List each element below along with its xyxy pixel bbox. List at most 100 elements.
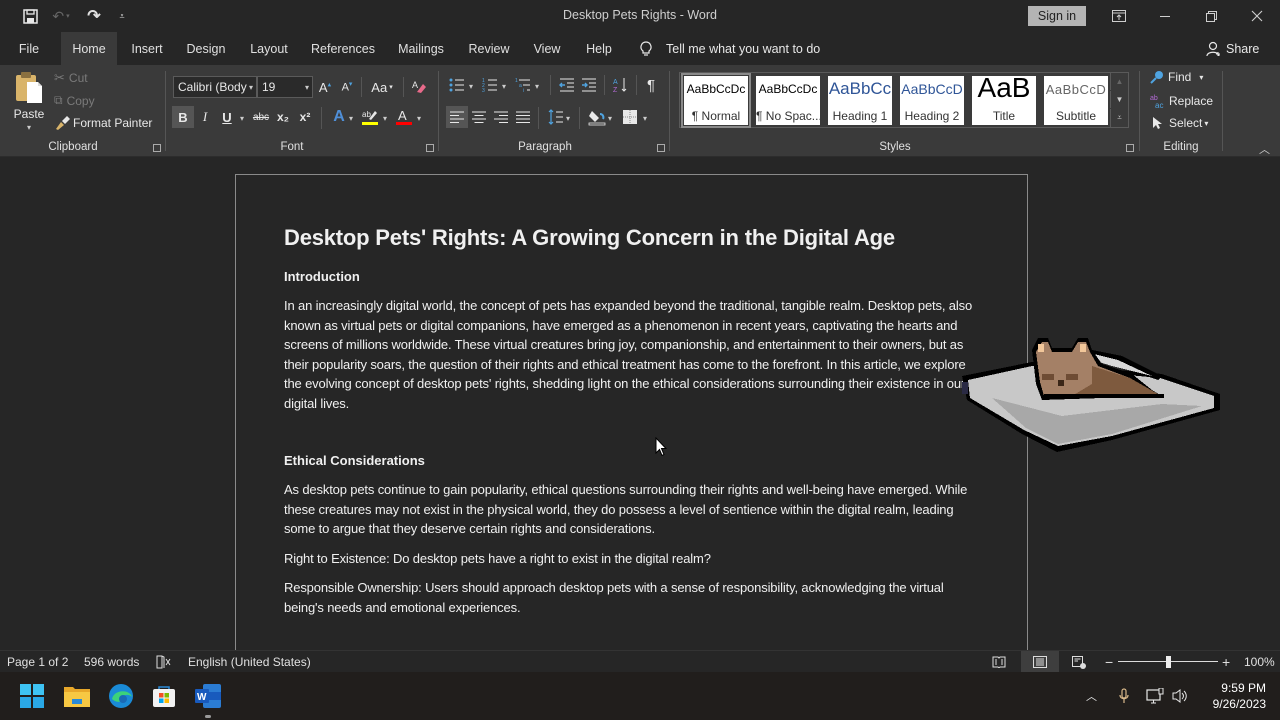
shading-button[interactable]: [586, 106, 608, 128]
format-painter-button[interactable]: Format Painter: [54, 116, 152, 130]
copy-button[interactable]: ⧉ Copy: [54, 93, 95, 108]
tab-references[interactable]: References: [307, 32, 379, 65]
bullets-button[interactable]: [446, 74, 468, 96]
text-effects-button[interactable]: A: [328, 106, 350, 128]
font-name-combo[interactable]: Calibri (Body ▾: [173, 76, 257, 98]
restore-button[interactable]: [1188, 0, 1234, 32]
tab-review[interactable]: Review: [463, 32, 515, 65]
tab-file[interactable]: File: [10, 32, 48, 65]
font-dialog-launcher[interactable]: [426, 144, 434, 152]
align-left-button[interactable]: [446, 106, 468, 128]
underline-button[interactable]: U: [216, 106, 238, 128]
change-case-button[interactable]: Aa ▾: [366, 76, 398, 98]
style-title[interactable]: AaB Title: [972, 72, 1036, 125]
microphone-indicator[interactable]: [1118, 672, 1130, 720]
tab-mailings[interactable]: Mailings: [391, 32, 451, 65]
document-page[interactable]: Desktop Pets' Rights: A Growing Concern …: [235, 174, 1028, 650]
start-button[interactable]: [16, 680, 48, 712]
network-indicator[interactable]: [1146, 672, 1164, 720]
share-button[interactable]: Share: [1206, 32, 1259, 65]
store-button[interactable]: [148, 680, 180, 712]
tab-insert[interactable]: Insert: [124, 32, 170, 65]
minimize-button[interactable]: [1142, 0, 1188, 32]
style-heading-2[interactable]: AaBbCcD Heading 2: [900, 76, 964, 125]
tab-help[interactable]: Help: [578, 32, 620, 65]
web-layout-button[interactable]: [1060, 651, 1098, 673]
edge-icon: [109, 684, 133, 708]
word-count[interactable]: 596 words: [84, 651, 139, 673]
highlighter-icon: ab: [362, 110, 378, 125]
justify-button[interactable]: [512, 106, 534, 128]
find-button[interactable]: Find ▾: [1150, 70, 1203, 84]
grow-font-icon: A▴: [318, 79, 332, 95]
redo-button[interactable]: ↷: [84, 6, 104, 26]
undo-button[interactable]: ↶ ▾: [48, 6, 74, 26]
language-indicator[interactable]: English (United States): [188, 651, 311, 673]
show-formatting-marks-button[interactable]: ¶: [640, 74, 662, 96]
desktop-pet-cat[interactable]: [962, 334, 1222, 459]
collapse-ribbon-button[interactable]: ︿: [1259, 141, 1270, 157]
highlight-color-button[interactable]: ab: [359, 106, 381, 128]
tab-layout[interactable]: Layout: [243, 32, 295, 65]
tab-view[interactable]: View: [526, 32, 568, 65]
replace-button[interactable]: ab ac Replace: [1150, 93, 1213, 109]
align-center-button[interactable]: [468, 106, 490, 128]
edge-button[interactable]: [105, 680, 137, 712]
zoom-in-button[interactable]: +: [1222, 651, 1230, 673]
clipboard-dialog-launcher[interactable]: [153, 144, 161, 152]
sign-in-button[interactable]: Sign in: [1028, 6, 1086, 26]
cut-button[interactable]: ✂ Cut: [54, 70, 88, 86]
read-mode-button[interactable]: [980, 651, 1018, 673]
borders-button[interactable]: [619, 106, 641, 128]
styles-scroll-up[interactable]: ▲: [1110, 73, 1128, 90]
style-normal[interactable]: AaBbCcDc ¶ Normal: [681, 73, 751, 128]
show-hidden-icons-button[interactable]: ︿: [1086, 672, 1097, 720]
shrink-font-button[interactable]: A▾: [336, 76, 358, 98]
strikethrough-button[interactable]: abc: [250, 106, 272, 128]
styles-dialog-launcher[interactable]: [1126, 144, 1134, 152]
paragraph-dialog-launcher[interactable]: [657, 144, 665, 152]
font-size-combo[interactable]: 19 ▾: [257, 76, 313, 98]
decrease-indent-button[interactable]: [556, 74, 578, 96]
sort-button[interactable]: AZ: [609, 74, 631, 96]
zoom-level[interactable]: 100%: [1244, 651, 1275, 673]
tab-design[interactable]: Design: [181, 32, 231, 65]
zoom-out-button[interactable]: −: [1105, 651, 1113, 673]
proofing-button[interactable]: [156, 651, 172, 673]
volume-indicator[interactable]: [1172, 672, 1190, 720]
save-button[interactable]: [20, 6, 40, 26]
superscript-button[interactable]: x²: [294, 106, 316, 128]
paste-button[interactable]: Paste ▾: [12, 71, 46, 137]
close-button[interactable]: [1234, 0, 1280, 32]
style-subtitle[interactable]: AaBbCcD Subtitle: [1044, 76, 1108, 125]
align-right-button[interactable]: [490, 106, 512, 128]
multilevel-list-button[interactable]: 1ai: [512, 74, 534, 96]
file-explorer-button[interactable]: [61, 680, 93, 712]
system-clock[interactable]: 9:59 PM 9/26/2023: [1190, 680, 1266, 712]
word-taskbar-button[interactable]: W: [192, 680, 224, 712]
find-magnifier-icon: [1150, 71, 1163, 84]
styles-more-button[interactable]: ⩡: [1110, 109, 1128, 127]
select-button[interactable]: Select ▾: [1152, 116, 1208, 130]
style-no-spacing[interactable]: AaBbCcDc ¶ No Spac...: [756, 76, 820, 125]
grow-font-button[interactable]: A▴: [314, 76, 336, 98]
heading-introduction: Introduction: [284, 269, 360, 284]
print-layout-button[interactable]: [1021, 651, 1059, 673]
italic-button[interactable]: I: [194, 106, 216, 128]
page-count[interactable]: Page 1 of 2: [7, 651, 68, 673]
tell-me-search[interactable]: Tell me what you want to do: [640, 32, 820, 65]
bold-button[interactable]: B: [172, 106, 194, 128]
increase-indent-button[interactable]: [578, 74, 600, 96]
style-heading-1[interactable]: AaBbCc Heading 1: [828, 76, 892, 125]
document-body[interactable]: Desktop Pets' Rights: A Growing Concern …: [284, 225, 984, 627]
customize-qat-button[interactable]: ⩡: [114, 6, 130, 26]
ribbon-display-options-button[interactable]: [1096, 0, 1142, 32]
tab-home[interactable]: Home: [61, 32, 117, 65]
subscript-button[interactable]: x₂: [272, 106, 294, 128]
styles-scroll-down[interactable]: ▼: [1110, 91, 1128, 108]
numbering-button[interactable]: 123: [479, 74, 501, 96]
clear-formatting-button[interactable]: A: [408, 76, 430, 98]
font-color-button[interactable]: A: [393, 106, 415, 128]
zoom-slider-thumb[interactable]: [1165, 656, 1171, 668]
line-spacing-button[interactable]: [545, 106, 567, 128]
